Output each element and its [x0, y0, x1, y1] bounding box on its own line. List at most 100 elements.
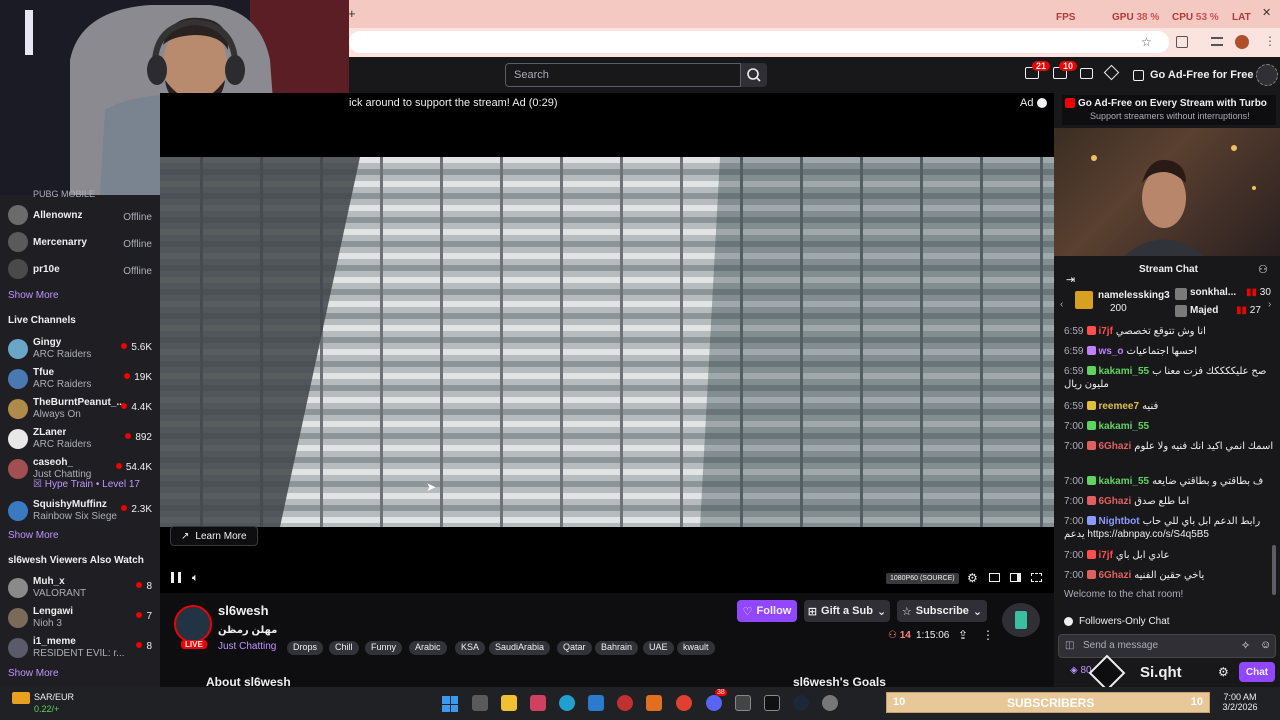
ad-info[interactable]: Ad: [1020, 97, 1048, 109]
gifter2-name[interactable]: sonkhal...: [1190, 287, 1236, 298]
sidebar-channel-live[interactable]: TheBurntPeanut_... Always On 4.4K: [0, 395, 160, 425]
message-user[interactable]: Nightbot: [1098, 516, 1139, 527]
collapse-chat-icon[interactable]: ⇥: [1066, 273, 1075, 286]
settings-gear-icon[interactable]: ⚙: [967, 571, 978, 585]
currency-pair[interactable]: SAR/EUR: [34, 692, 74, 702]
sidebar-channel-live[interactable]: SquishyMuffinz Rainbow Six Siege 2.3K: [0, 497, 160, 527]
capcut-icon[interactable]: [764, 695, 780, 711]
discord-icon[interactable]: [706, 695, 722, 711]
bits-icon[interactable]: ✧: [1241, 639, 1250, 652]
go-ad-free-button[interactable]: Go Ad-Free for Free: [1133, 66, 1254, 84]
channel-points[interactable]: ◈ 80: [1070, 665, 1092, 676]
stream-tag[interactable]: Chill: [329, 641, 359, 655]
gift-sub-button[interactable]: ⊞ Gift a Sub ⌄: [804, 600, 890, 622]
sidebar-channel-offline[interactable]: Mercenarry Offline: [0, 231, 160, 261]
message-user[interactable]: i7jf: [1098, 326, 1112, 337]
steam-icon[interactable]: [793, 695, 809, 711]
message-user[interactable]: kakami_55: [1098, 421, 1149, 432]
show-more-live[interactable]: Show More: [8, 530, 59, 541]
stream-tag[interactable]: SaudiArabia: [489, 641, 551, 655]
bookmark-star-icon[interactable]: ☆: [1141, 35, 1152, 49]
stream-tag[interactable]: UAE: [643, 641, 674, 655]
stream-tag[interactable]: KSA: [455, 641, 486, 655]
turbo-promo[interactable]: Go Ad-Free on Every Stream with Turbo Su…: [1062, 95, 1276, 125]
message-user[interactable]: kakami_55: [1098, 476, 1149, 487]
fullscreen-icon[interactable]: [1031, 573, 1042, 582]
share-icon[interactable]: ⇪: [958, 628, 968, 642]
whispers-icon[interactable]: [1080, 68, 1093, 79]
top-gifter-name[interactable]: namelessking3: [1098, 290, 1170, 301]
chrome-icon[interactable]: [676, 695, 692, 711]
more-options-icon[interactable]: ⋮: [982, 628, 994, 642]
app-icon[interactable]: [530, 695, 546, 711]
app-orange-icon[interactable]: [646, 695, 662, 711]
message-user[interactable]: 6Ghazi: [1098, 570, 1131, 581]
message-user[interactable]: 6Ghazi: [1098, 496, 1131, 507]
gpu-readout: GPU 38 %: [1112, 12, 1160, 23]
sidebar-channel-offline[interactable]: Allenownz Offline: [0, 204, 160, 234]
sidebar-channel-offline[interactable]: pr10e Offline: [0, 258, 160, 288]
community-icon[interactable]: ⚇: [1258, 263, 1268, 276]
sidebar-channel-live[interactable]: caseoh_ Just Chatting 54.4K: [0, 455, 160, 485]
stream-category[interactable]: Just Chatting: [218, 641, 276, 652]
show-more-followed[interactable]: Show More: [8, 290, 59, 301]
stream-tag[interactable]: kwault: [677, 641, 715, 655]
chevron-left-icon[interactable]: ‹: [1060, 299, 1063, 310]
gifter3-name[interactable]: Majed: [1190, 305, 1218, 316]
clip-icon[interactable]: [989, 573, 1000, 582]
sidebar-channel-recommended[interactable]: Muh_x VALORANT 8: [0, 574, 160, 604]
mute-icon[interactable]: 🔈︎: [192, 572, 199, 585]
chat-settings-icon[interactable]: ⚙: [1218, 665, 1229, 679]
stream-tag[interactable]: Drops: [287, 641, 324, 655]
obs-icon[interactable]: [617, 695, 633, 711]
search-button[interactable]: [741, 63, 767, 87]
message-text: ف بطاقتي و بطاقتي ضايعه: [1152, 476, 1264, 487]
chat-input[interactable]: ◫ Send a message ✧ ☺: [1058, 634, 1276, 658]
pause-icon[interactable]: [171, 572, 181, 583]
windows-start-icon[interactable]: [442, 696, 458, 712]
learn-more-button[interactable]: ↗ Learn More: [170, 526, 258, 546]
search-input[interactable]: Search: [505, 63, 741, 87]
sidebar-channel-live[interactable]: ZLaner ARC Raiders 892: [0, 425, 160, 455]
profile-avatar[interactable]: [1235, 35, 1249, 49]
app-grid-icon[interactable]: [735, 695, 751, 711]
message-user[interactable]: ws_o: [1098, 346, 1123, 357]
stream-tag[interactable]: Arabic: [409, 641, 447, 655]
user-badge-icon: [1087, 326, 1097, 335]
user-avatar[interactable]: [1256, 64, 1278, 86]
file-explorer-icon[interactable]: [501, 695, 517, 711]
theatre-mode-icon[interactable]: [1010, 573, 1021, 582]
show-more-also[interactable]: Show More: [8, 668, 59, 679]
channel-name[interactable]: sl6wesh: [218, 603, 269, 618]
extensions-icon[interactable]: [1176, 36, 1188, 48]
subscribe-button[interactable]: ☆ Subscribe ⌄: [897, 600, 987, 622]
sidebar-channel-live[interactable]: Gingy ARC Raiders 5.6K: [0, 335, 160, 365]
window-close-button[interactable]: ✕: [1262, 6, 1271, 19]
stream-tag[interactable]: Qatar: [557, 641, 592, 655]
edge-icon[interactable]: [559, 695, 575, 711]
channel-avatar[interactable]: [174, 605, 212, 643]
sidebar-channel-recommended[interactable]: i1_meme RESIDENT EVIL: r... 8: [0, 634, 160, 664]
browser-menu-icon[interactable]: ⋮: [1264, 34, 1276, 48]
message-user[interactable]: kakami_55: [1098, 366, 1149, 377]
store-icon[interactable]: [588, 695, 604, 711]
viewer-count: 2.3K: [121, 504, 152, 515]
message-user[interactable]: i7jf: [1098, 550, 1112, 561]
clock[interactable]: 7:00 AM 3/2/2026: [1222, 692, 1258, 712]
stream-tag[interactable]: Bahrain: [595, 641, 639, 655]
settings-app-icon[interactable]: [822, 695, 838, 711]
address-bar[interactable]: [349, 31, 1169, 53]
external-link-icon: ↗: [181, 530, 190, 542]
task-view-icon[interactable]: [472, 695, 488, 711]
sidebar-channel-recommended[interactable]: Lengawi Nioh 3 7: [0, 604, 160, 634]
message-user[interactable]: reemee7: [1098, 401, 1139, 412]
follow-button[interactable]: ♡ Follow: [737, 600, 797, 622]
chevron-right-icon[interactable]: ›: [1268, 299, 1271, 310]
chat-send-button[interactable]: Chat: [1239, 662, 1275, 682]
new-tab-button[interactable]: +: [348, 6, 356, 21]
reading-list-icon[interactable]: [1211, 37, 1223, 46]
stream-tag[interactable]: Funny: [365, 641, 403, 655]
smiley-icon[interactable]: ☺: [1260, 639, 1271, 651]
sidebar-channel-live[interactable]: Tfue ARC Raiders 19K: [0, 365, 160, 395]
message-user[interactable]: 6Ghazi: [1098, 441, 1131, 452]
